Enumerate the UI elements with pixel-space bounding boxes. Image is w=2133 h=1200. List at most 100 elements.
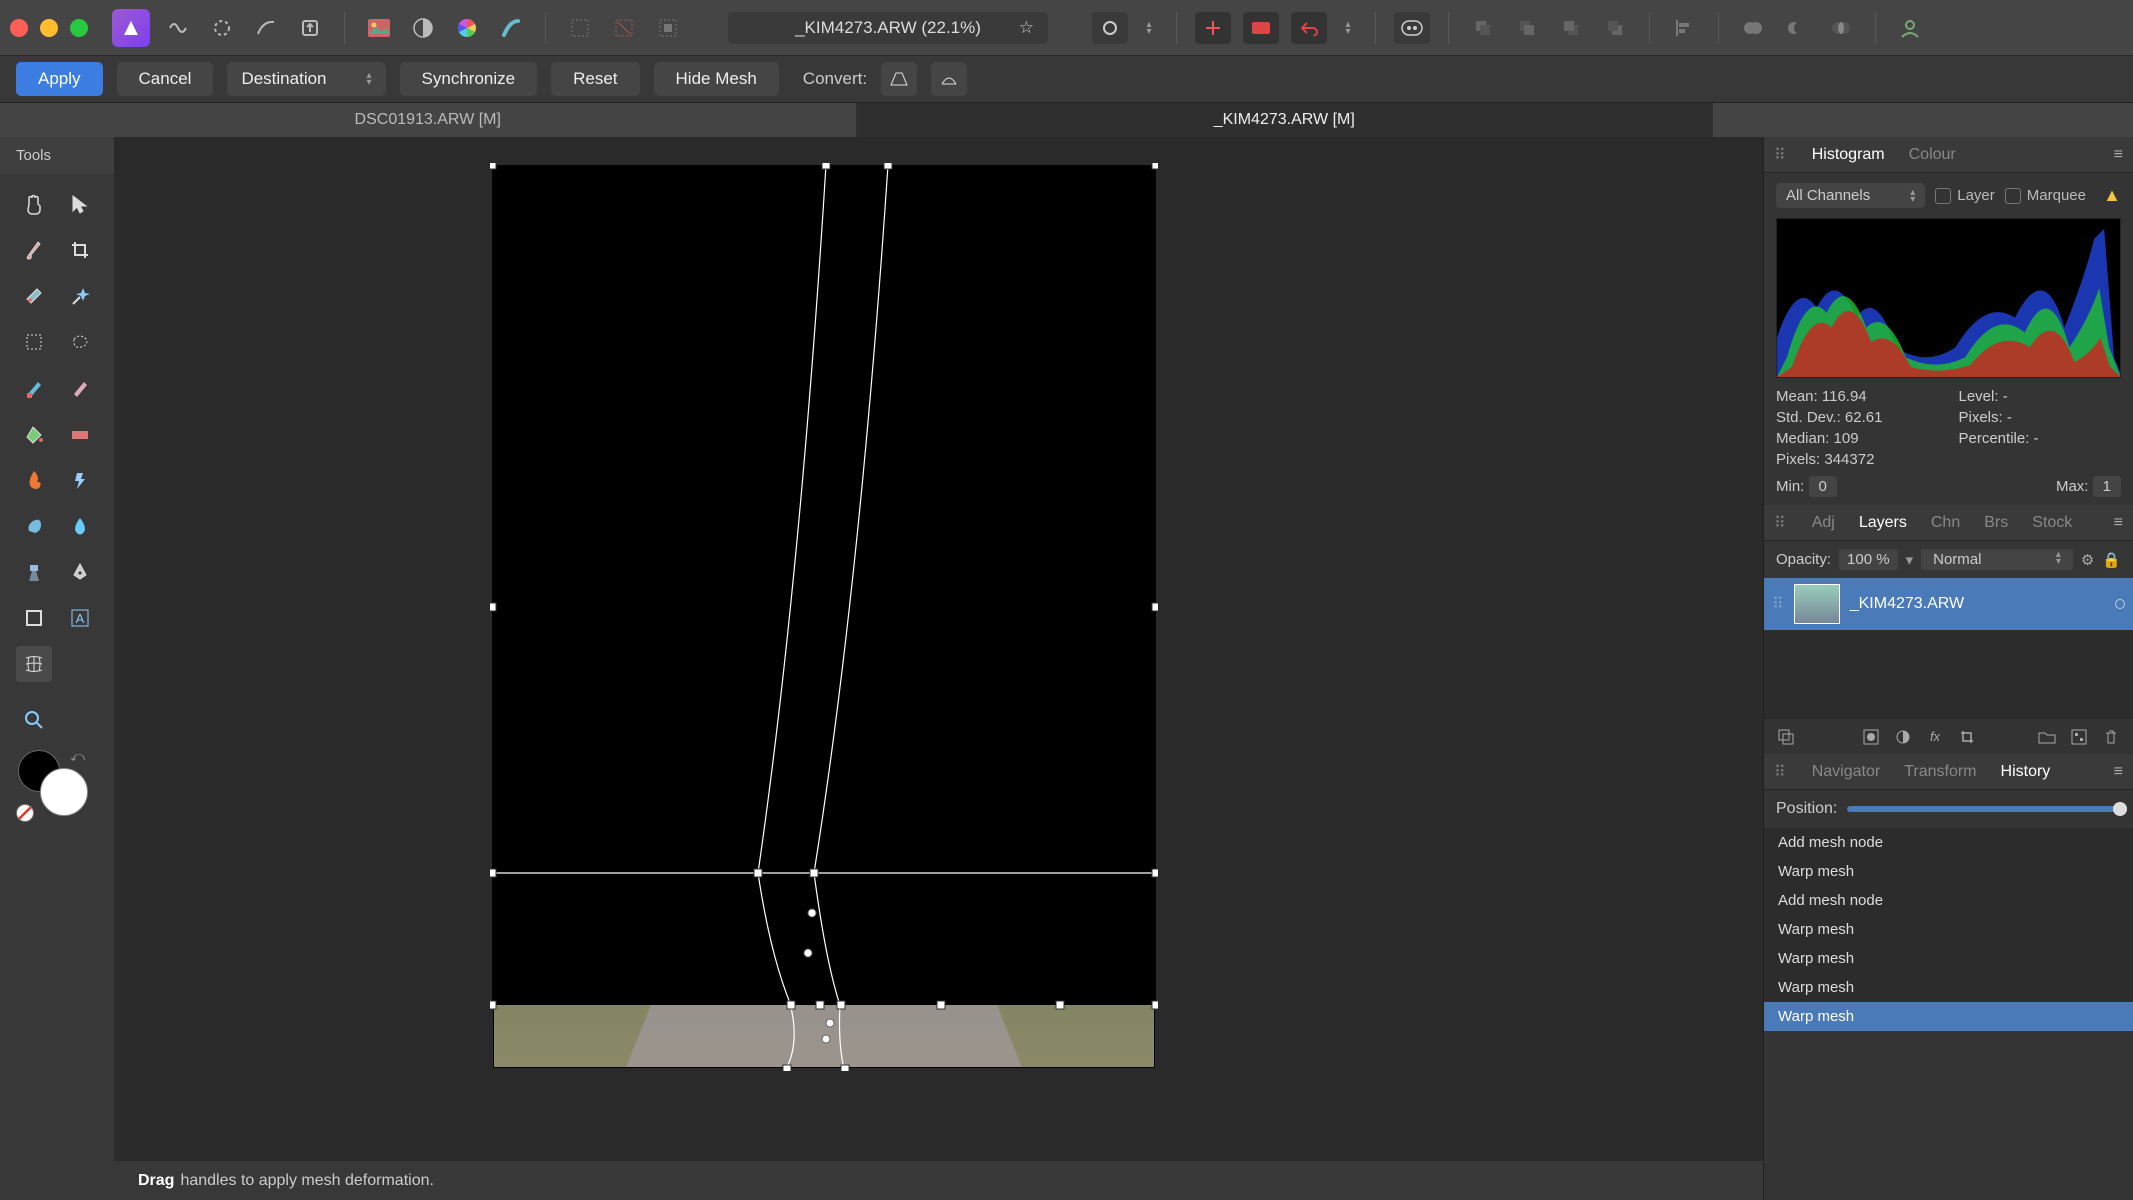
text-tool[interactable]: A [62, 600, 98, 636]
mesh-mode-select[interactable]: Destination ▴▾ [227, 62, 385, 96]
zoom-window-button[interactable] [70, 19, 88, 37]
canvas[interactable]: Drag handles to apply mesh deformation. [114, 137, 1763, 1200]
opacity-chevron-icon[interactable]: ▾ [1906, 551, 1914, 569]
smudge-tool[interactable] [16, 508, 52, 544]
add-pixel-layer-icon[interactable] [2067, 725, 2091, 749]
persona-develop-icon[interactable] [206, 12, 238, 44]
deselect-icon[interactable] [608, 12, 640, 44]
convert-perspective-icon[interactable] [881, 62, 917, 96]
burn-tool[interactable] [16, 462, 52, 498]
account-icon[interactable] [1894, 12, 1926, 44]
layer-drag-handle-icon[interactable]: ⠿ [1772, 594, 1784, 614]
history-item[interactable]: Warp mesh [1764, 915, 2133, 944]
healing-tool[interactable] [16, 278, 52, 314]
synchronize-button[interactable]: Synchronize [400, 62, 538, 96]
paint-brush-tool[interactable] [16, 370, 52, 406]
quick-mask-button[interactable] [1092, 12, 1128, 44]
history-item[interactable]: Add mesh node [1764, 886, 2133, 915]
dodge-tool[interactable] [62, 462, 98, 498]
arrange-back-icon[interactable] [1467, 12, 1499, 44]
mesh-warp-tool[interactable] [16, 646, 52, 682]
zoom-tool[interactable] [16, 702, 52, 738]
bool-subtract-icon[interactable] [1781, 12, 1813, 44]
panel-menu-icon[interactable]: ≡ [2114, 763, 2123, 781]
clone-tool[interactable] [16, 554, 52, 590]
arrange-forward-icon[interactable] [1555, 12, 1587, 44]
arrange-backward-icon[interactable] [1511, 12, 1543, 44]
panel-grip-icon[interactable]: ⠿ [1774, 762, 1786, 782]
color-wheel-icon[interactable] [451, 12, 483, 44]
app-logo-icon[interactable] [112, 9, 150, 47]
assistant-button[interactable] [1394, 12, 1430, 44]
no-color-icon[interactable] [16, 804, 34, 822]
favorite-star-icon[interactable]: ☆ [1019, 18, 1034, 38]
tab-adjustments[interactable]: Adj [1808, 510, 1839, 536]
delete-layer-icon[interactable] [2099, 725, 2123, 749]
history-item[interactable]: Warp mesh [1764, 973, 2133, 1002]
history-item[interactable]: Warp mesh [1764, 857, 2133, 886]
layer-row[interactable]: ⠿ _KIM4273.ARW [1764, 578, 2133, 630]
dropdown-chevron-icon[interactable]: ▴▾ [1339, 12, 1357, 44]
arrange-front-icon[interactable] [1599, 12, 1631, 44]
tab-colour[interactable]: Colour [1905, 142, 1960, 168]
crop-tool[interactable] [62, 232, 98, 268]
tab-histogram[interactable]: Histogram [1808, 142, 1889, 168]
histogram-display[interactable] [1776, 218, 2121, 378]
adjustment-icon[interactable] [1891, 725, 1915, 749]
layer-checkbox[interactable]: Layer [1935, 187, 1995, 204]
record-button[interactable] [1243, 12, 1279, 44]
pen-tool[interactable] [62, 554, 98, 590]
apply-button[interactable]: Apply [16, 62, 103, 96]
gear-icon[interactable]: ⚙ [2081, 551, 2094, 569]
minimize-window-button[interactable] [40, 19, 58, 37]
foreground-color-swatch[interactable] [40, 768, 88, 816]
magic-wand-tool[interactable] [62, 278, 98, 314]
layer-visibility-toggle[interactable] [2115, 599, 2125, 609]
opacity-value[interactable]: 100 % [1839, 549, 1898, 570]
close-window-button[interactable] [10, 19, 28, 37]
invert-selection-icon[interactable] [652, 12, 684, 44]
channel-select[interactable]: All Channels ▴▾ [1776, 183, 1925, 208]
min-field[interactable]: 0 [1809, 476, 1837, 497]
freehand-select-tool[interactable] [62, 324, 98, 360]
select-all-icon[interactable] [564, 12, 596, 44]
tab-layers[interactable]: Layers [1855, 510, 1911, 536]
persona-tone-icon[interactable] [250, 12, 282, 44]
blend-mode-select[interactable]: Normal ▴▾ [1921, 549, 2073, 570]
layer-thumbnail[interactable] [1794, 584, 1840, 624]
persona-liquify-icon[interactable] [162, 12, 194, 44]
crop-layer-icon[interactable] [1955, 725, 1979, 749]
dropdown-chevron-icon[interactable]: ▴▾ [1140, 12, 1158, 44]
fill-tool[interactable] [16, 416, 52, 452]
shape-tool[interactable] [16, 600, 52, 636]
reset-button[interactable]: Reset [551, 62, 639, 96]
bool-add-icon[interactable] [1737, 12, 1769, 44]
panel-menu-icon[interactable]: ≡ [2114, 514, 2123, 532]
group-icon[interactable] [2035, 725, 2059, 749]
bool-intersect-icon[interactable] [1825, 12, 1857, 44]
gradient-tool[interactable] [62, 416, 98, 452]
tab-stock[interactable]: Stock [2028, 510, 2076, 536]
brush-tool[interactable] [16, 232, 52, 268]
marquee-tool[interactable] [16, 324, 52, 360]
history-item[interactable]: Warp mesh [1764, 944, 2133, 973]
panel-grip-icon[interactable]: ⠿ [1774, 145, 1786, 165]
swap-colors-icon[interactable]: ⤺ [70, 748, 85, 765]
eraser-tool[interactable] [62, 370, 98, 406]
panel-grip-icon[interactable]: ⠿ [1774, 513, 1786, 533]
hide-mesh-button[interactable]: Hide Mesh [654, 62, 779, 96]
snapping-button[interactable] [1195, 12, 1231, 44]
tab-navigator[interactable]: Navigator [1808, 759, 1884, 785]
tab-transform[interactable]: Transform [1900, 759, 1980, 785]
merge-icon[interactable] [1774, 725, 1798, 749]
hand-tool[interactable] [16, 186, 52, 222]
cancel-button[interactable]: Cancel [117, 62, 214, 96]
history-item[interactable]: Add mesh node [1764, 828, 2133, 857]
convert-quad-icon[interactable] [931, 62, 967, 96]
mask-icon[interactable] [1859, 725, 1883, 749]
move-tool[interactable] [62, 186, 98, 222]
max-field[interactable]: 1 [2093, 476, 2121, 497]
blur-tool[interactable] [62, 508, 98, 544]
panel-menu-icon[interactable]: ≡ [2114, 146, 2123, 164]
document-title[interactable]: _KIM4273.ARW (22.1%) ☆ [728, 12, 1048, 44]
